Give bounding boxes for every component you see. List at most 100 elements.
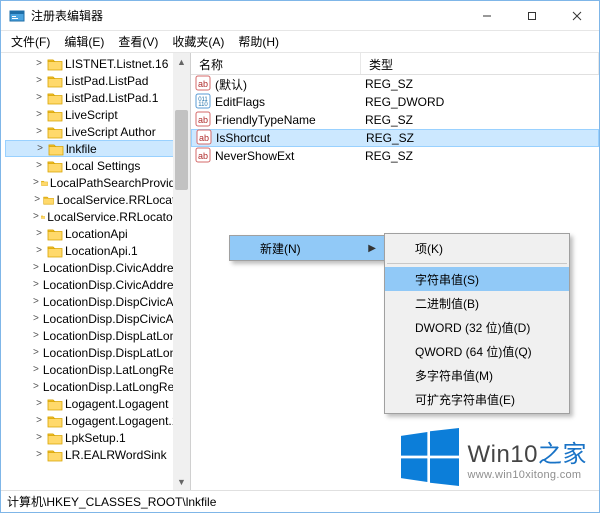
scroll-up-icon[interactable]: ▲ bbox=[173, 53, 190, 70]
tree-item[interactable]: >LpkSetup.1 bbox=[5, 429, 190, 446]
tree-label: Local Settings bbox=[65, 159, 140, 173]
menu-edit[interactable]: 编辑(E) bbox=[58, 31, 110, 52]
expand-icon[interactable]: > bbox=[33, 432, 45, 443]
expand-icon[interactable]: > bbox=[33, 228, 45, 239]
col-name[interactable]: 名称 bbox=[191, 53, 361, 74]
tree-label: LiveScript bbox=[65, 108, 118, 122]
value-row[interactable]: abFriendlyTypeNameREG_SZ bbox=[191, 111, 599, 129]
tree-item[interactable]: > LocationDisp.LatLongReport.1 bbox=[5, 378, 190, 395]
scroll-thumb[interactable] bbox=[175, 110, 188, 190]
regedit-window: 注册表编辑器 文件(F) 编辑(E) 查看(V) 收藏夹(A) 帮助(H) >L… bbox=[0, 0, 600, 513]
value-type: REG_SZ bbox=[365, 77, 413, 91]
ctx-sub-item[interactable]: 多字符串值(M) bbox=[385, 363, 569, 387]
expand-icon[interactable]: > bbox=[33, 92, 45, 103]
expand-icon[interactable]: > bbox=[33, 126, 45, 137]
expand-icon[interactable]: > bbox=[33, 415, 45, 426]
tree-item[interactable]: > LiveScript bbox=[5, 106, 190, 123]
value-row[interactable]: abIsShortcutREG_SZ bbox=[191, 129, 599, 147]
value-row[interactable]: 011110EditFlagsREG_DWORD bbox=[191, 93, 599, 111]
svg-text:ab: ab bbox=[198, 79, 208, 89]
svg-text:ab: ab bbox=[198, 115, 208, 125]
expand-icon[interactable]: > bbox=[33, 262, 39, 273]
expand-icon[interactable]: > bbox=[33, 75, 45, 86]
value-name: EditFlags bbox=[215, 95, 365, 109]
titlebar[interactable]: 注册表编辑器 bbox=[1, 1, 599, 31]
tree-label: LocationDisp.DispCivicAddressReport.1 bbox=[43, 312, 190, 326]
tree-label: lnkfile bbox=[66, 142, 97, 156]
value-row[interactable]: abNeverShowExtREG_SZ bbox=[191, 147, 599, 165]
value-name: FriendlyTypeName bbox=[215, 113, 365, 127]
expand-icon[interactable]: > bbox=[33, 177, 39, 188]
ctx-sub-item[interactable]: 二进制值(B) bbox=[385, 291, 569, 315]
expand-icon[interactable]: > bbox=[33, 296, 39, 307]
expand-icon[interactable]: > bbox=[33, 194, 41, 205]
tree-item[interactable]: > LiveScript Author bbox=[5, 123, 190, 140]
expand-icon[interactable]: > bbox=[33, 364, 39, 375]
expand-icon[interactable]: > bbox=[33, 245, 45, 256]
expand-icon[interactable]: > bbox=[33, 58, 45, 69]
tree-item[interactable]: >LocationDisp.DispCivicAddressReport bbox=[5, 293, 190, 310]
ctx-sub-item[interactable]: DWORD (32 位)值(D) bbox=[385, 315, 569, 339]
ctx-new[interactable]: 新建(N) ▶ bbox=[230, 236, 384, 260]
tree-item[interactable]: >LocalService.RRLocator.1 bbox=[5, 208, 190, 225]
expand-icon[interactable]: > bbox=[33, 381, 39, 392]
expand-icon[interactable]: > bbox=[33, 211, 39, 222]
tree-item[interactable]: >LocationDisp.CivicAddressReport.1 bbox=[5, 276, 190, 293]
list-header[interactable]: 名称 类型 bbox=[191, 53, 599, 75]
menu-help[interactable]: 帮助(H) bbox=[232, 31, 285, 52]
tree-item[interactable]: >LocationDisp.LatLongReport bbox=[5, 361, 190, 378]
value-row[interactable]: ab(默认)REG_SZ bbox=[191, 75, 599, 93]
tree-item[interactable]: > Local Settings bbox=[5, 157, 190, 174]
tree-item[interactable]: >LocationDisp.CivicAddressReport bbox=[5, 259, 190, 276]
value-name: NeverShowExt bbox=[215, 149, 365, 163]
menu-view[interactable]: 查看(V) bbox=[112, 31, 164, 52]
close-button[interactable] bbox=[554, 1, 599, 30]
status-path: 计算机\HKEY_CLASSES_ROOT\lnkfile bbox=[7, 493, 216, 510]
col-type[interactable]: 类型 bbox=[361, 53, 599, 74]
tree-scrollbar[interactable]: ▲ ▼ bbox=[173, 53, 190, 490]
ctx-sub-item[interactable]: 字符串值(S) bbox=[385, 267, 569, 291]
tree-item[interactable]: >LR.EALRWordSink bbox=[5, 446, 190, 463]
value-type: REG_DWORD bbox=[365, 95, 444, 109]
tree-item[interactable]: >LocationApi bbox=[5, 225, 190, 242]
expand-icon[interactable]: > bbox=[33, 347, 39, 358]
tree-item[interactable]: >LocationApi.1 bbox=[5, 242, 190, 259]
tree-item[interactable]: > LISTNET.Listnet.16 bbox=[5, 55, 190, 72]
expand-icon[interactable]: > bbox=[33, 109, 45, 120]
menu-favorites[interactable]: 收藏夹(A) bbox=[166, 31, 230, 52]
expand-icon[interactable]: > bbox=[33, 398, 45, 409]
expand-icon[interactable]: > bbox=[33, 449, 45, 460]
tree-label: LiveScript Author bbox=[65, 125, 156, 139]
tree-label: LocationDisp.LatLongReport.1 bbox=[43, 380, 190, 394]
menu-file[interactable]: 文件(F) bbox=[5, 31, 56, 52]
expand-icon[interactable]: > bbox=[33, 313, 39, 324]
maximize-button[interactable] bbox=[509, 1, 554, 30]
tree-item[interactable]: >Logagent.Logagent.1 bbox=[5, 412, 190, 429]
minimize-button[interactable] bbox=[464, 1, 509, 30]
tree-item[interactable]: >LocationDisp.DispLatLongReport bbox=[5, 327, 190, 344]
tree-item[interactable]: >LocalService.RRLocator bbox=[5, 191, 190, 208]
expand-icon[interactable]: > bbox=[33, 330, 39, 341]
context-menu[interactable]: 新建(N) ▶ bbox=[229, 235, 385, 261]
expand-icon[interactable]: > bbox=[33, 279, 39, 290]
statusbar: 计算机\HKEY_CLASSES_ROOT\lnkfile bbox=[1, 490, 599, 512]
ctx-sub-item[interactable]: QWORD (64 位)值(Q) bbox=[385, 339, 569, 363]
value-icon: ab bbox=[196, 129, 216, 148]
ctx-sub-item[interactable]: 项(K) bbox=[385, 236, 569, 260]
tree-item[interactable]: >ListPad.ListPad.1 bbox=[5, 89, 190, 106]
tree-pane[interactable]: > LISTNET.Listnet.16>ListPad.ListPad>List… bbox=[1, 53, 191, 490]
tree-item[interactable]: >ListPad.ListPad bbox=[5, 72, 190, 89]
tree-item[interactable]: > lnkfile bbox=[5, 140, 190, 157]
tree-item[interactable]: > LocationDisp.DispCivicAddressReport.1 bbox=[5, 310, 190, 327]
tree-item[interactable]: >LocalPathSearchProvider bbox=[5, 174, 190, 191]
context-submenu[interactable]: 项(K) 字符串值(S)二进制值(B)DWORD (32 位)值(D)QWORD … bbox=[384, 233, 570, 414]
ctx-sub-item[interactable]: 可扩充字符串值(E) bbox=[385, 387, 569, 411]
scroll-down-icon[interactable]: ▼ bbox=[173, 473, 190, 490]
tree-item[interactable]: >Logagent.Logagent bbox=[5, 395, 190, 412]
tree-label: LISTNET.Listnet.16 bbox=[65, 57, 168, 71]
expand-icon[interactable]: > bbox=[33, 160, 45, 171]
tree-item[interactable]: >LocationDisp.DispLatLongReport.1 bbox=[5, 344, 190, 361]
svg-text:110: 110 bbox=[198, 102, 208, 108]
expand-icon[interactable]: > bbox=[34, 143, 46, 154]
ctx-new-label: 新建(N) bbox=[260, 240, 301, 257]
